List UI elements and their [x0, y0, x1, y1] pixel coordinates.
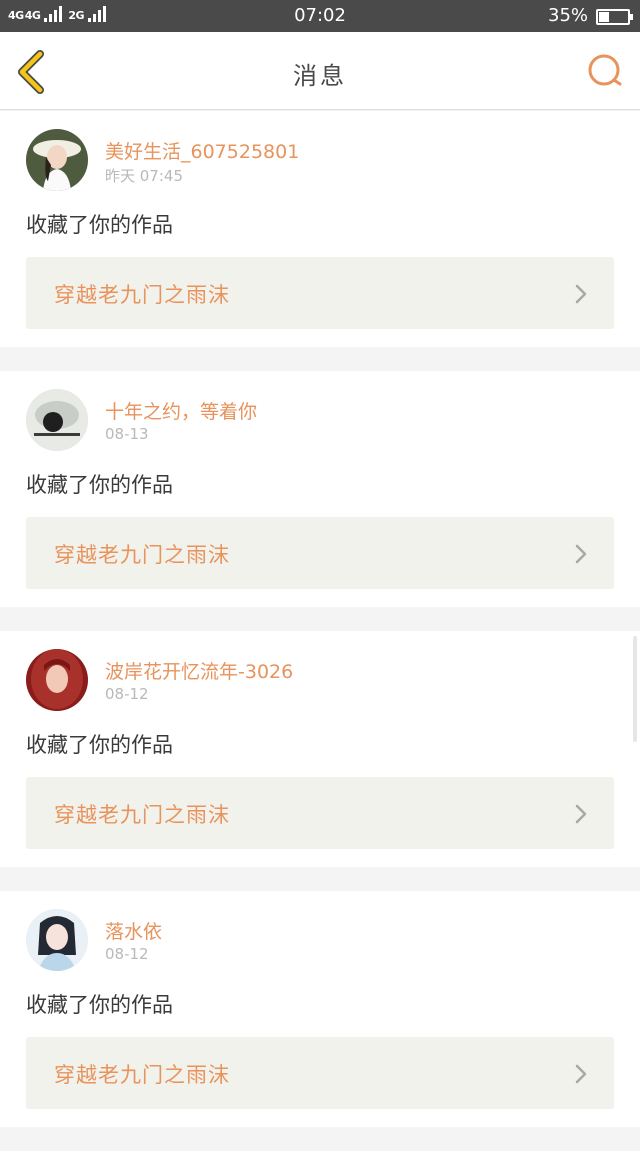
avatar[interactable]: [26, 129, 88, 191]
search-button[interactable]: [584, 50, 626, 92]
username[interactable]: 落水依: [105, 917, 162, 944]
search-icon: [588, 54, 622, 86]
nav-bar: 消息: [0, 32, 640, 110]
scrollbar[interactable]: [633, 636, 637, 742]
username[interactable]: 十年之约，等着你: [105, 397, 257, 424]
message-card: 美好生活_607525801 昨天 07:45 收藏了你的作品 穿越老九门之雨沫: [0, 111, 640, 347]
action-text: 收藏了你的作品: [26, 213, 173, 237]
message-time: 昨天 07:45: [105, 167, 183, 185]
message-card: 十年之约，等着你 08-13 收藏了你的作品 穿越老九门之雨沫: [0, 371, 640, 607]
action-text: 收藏了你的作品: [26, 993, 173, 1017]
work-link[interactable]: 穿越老九门之雨沫: [26, 517, 614, 589]
work-link[interactable]: 穿越老九门之雨沫: [26, 1037, 614, 1109]
message-time: 08-12: [105, 945, 149, 963]
work-title: 穿越老九门之雨沫: [54, 283, 230, 307]
work-title: 穿越老九门之雨沫: [54, 543, 230, 567]
avatar[interactable]: [26, 649, 88, 711]
username[interactable]: 美好生活_607525801: [105, 137, 299, 164]
message-list: 美好生活_607525801 昨天 07:45 收藏了你的作品 穿越老九门之雨沫…: [0, 111, 640, 1151]
status-bar: 4G 4G 2G 07:02 35%: [0, 0, 640, 32]
message-time: 08-12: [105, 685, 149, 703]
action-text: 收藏了你的作品: [26, 473, 173, 497]
page-title: 消息: [293, 62, 347, 90]
status-time: 07:02: [294, 5, 346, 26]
chevron-right-icon: [575, 1064, 587, 1084]
battery-percent: 35%: [548, 5, 589, 26]
message-time: 08-13: [105, 425, 149, 443]
battery-icon: [596, 9, 633, 25]
message-card: 波岸花开忆流年-3026 08-12 收藏了你的作品 穿越老九门之雨沫: [0, 631, 640, 867]
work-link[interactable]: 穿越老九门之雨沫: [26, 777, 614, 849]
work-link[interactable]: 穿越老九门之雨沫: [26, 257, 614, 329]
avatar[interactable]: [26, 389, 88, 451]
action-text: 收藏了你的作品: [26, 733, 173, 757]
chevron-right-icon: [575, 284, 587, 304]
avatar[interactable]: [26, 909, 88, 971]
work-title: 穿越老九门之雨沫: [54, 803, 230, 827]
work-title: 穿越老九门之雨沫: [54, 1063, 230, 1087]
message-card: 落水依 08-12 收藏了你的作品 穿越老九门之雨沫: [0, 891, 640, 1127]
chevron-right-icon: [575, 544, 587, 564]
chevron-right-icon: [575, 804, 587, 824]
username[interactable]: 波岸花开忆流年-3026: [105, 657, 293, 684]
